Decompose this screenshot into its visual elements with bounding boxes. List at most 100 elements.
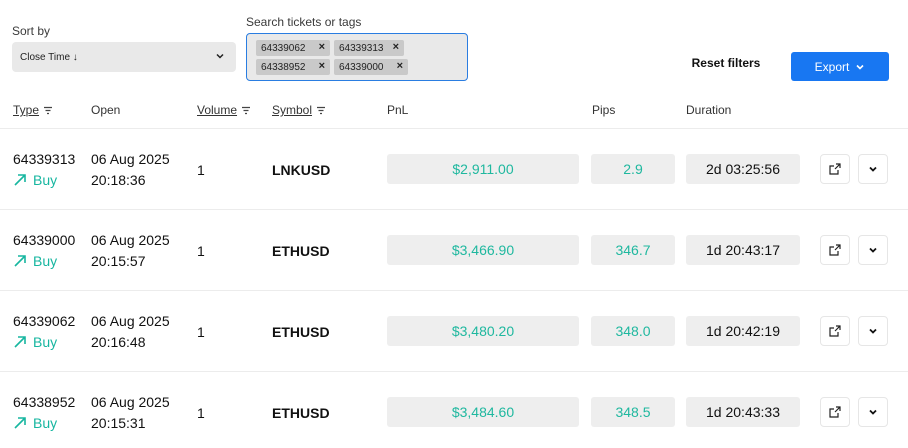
open-external-button[interactable] [820,397,850,427]
export-button[interactable]: Export [791,52,889,81]
divider [0,209,908,210]
pnl-text: $3,466.90 [451,242,515,258]
side-label: Buy [33,172,58,188]
duration-text: 1d 20:43:17 [706,242,780,258]
remove-chip-icon[interactable]: × [319,60,325,72]
column-header-pnl: PnL [387,103,408,117]
tag-chip: 64339313 × [334,40,404,56]
external-link-icon [829,163,841,175]
search-tickets-input[interactable]: 64339062 × 64339313 × 64338952 × 6433900… [246,33,468,81]
chevron-down-icon [869,328,877,334]
pips-value: 2.9 [591,154,675,184]
volume: 1 [197,162,205,178]
side-label: Buy [33,253,58,269]
tag-chip-label: 64339062 [261,42,306,54]
column-header-type[interactable]: Type [13,103,53,117]
pnl-value: $3,466.90 [387,235,579,265]
pips-value: 348.0 [591,316,675,346]
tag-chip-label: 64339000 [339,61,384,73]
column-header-label: Type [13,103,40,117]
tag-chip: 64339000 × [334,59,408,75]
open-date: 06 Aug 2025 [91,313,170,329]
pips-text: 348.0 [615,323,651,339]
sort-by-label: Sort by [12,24,51,38]
chevron-down-icon [856,64,864,70]
volume: 1 [197,405,205,421]
open-time: 20:15:57 [91,253,146,269]
trend-up-arrow-icon [14,174,26,186]
remove-chip-icon[interactable]: × [319,41,325,53]
trend-up-arrow-icon [14,255,26,267]
open-external-button[interactable] [820,316,850,346]
search-label: Search tickets or tags [246,15,362,29]
divider [0,290,908,291]
pips-value: 346.7 [591,235,675,265]
reset-filters-button[interactable]: Reset filters [688,56,764,76]
trend-up-arrow-icon [14,417,26,429]
duration-value: 1d 20:43:33 [686,397,800,427]
trend-up-arrow-icon [14,336,26,348]
expand-row-button[interactable] [858,397,888,427]
symbol: ETHUSD [272,324,330,340]
open-date: 06 Aug 2025 [91,151,170,167]
column-header-volume[interactable]: Volume [197,103,251,117]
chevron-down-icon [216,53,224,59]
remove-chip-icon[interactable]: × [397,60,403,72]
volume: 1 [197,243,205,259]
column-header-label: Open [91,103,121,117]
pips-text: 346.7 [615,242,651,258]
pips-text: 2.9 [623,161,643,177]
open-date: 06 Aug 2025 [91,394,170,410]
open-external-button[interactable] [820,154,850,184]
duration-value: 1d 20:42:19 [686,316,800,346]
filter-icon[interactable] [316,106,326,115]
side-badge: Buy [13,172,57,188]
pnl-text: $3,480.20 [451,323,515,339]
filter-icon[interactable] [241,106,251,115]
side-badge: Buy [13,334,57,350]
side-badge: Buy [13,415,57,431]
expand-row-button[interactable] [858,316,888,346]
open-external-button[interactable] [820,235,850,265]
tag-chip-label: 64339313 [339,42,384,54]
external-link-icon [829,406,841,418]
duration-value: 1d 20:43:17 [686,235,800,265]
tag-chip: 64339062 × [256,40,330,56]
volume: 1 [197,324,205,340]
open-time: 20:18:36 [91,172,146,188]
pnl-value: $2,911.00 [387,154,579,184]
divider [0,128,908,129]
external-link-icon [829,325,841,337]
column-header-symbol[interactable]: Symbol [272,103,326,117]
ticket-id: 64339000 [13,232,76,248]
pnl-value: $3,484.60 [387,397,579,427]
tag-chip-label: 64338952 [261,61,306,73]
column-header-duration: Duration [686,103,731,117]
pnl-text: $3,484.60 [451,404,515,420]
duration-text: 1d 20:43:33 [706,404,780,420]
chevron-down-icon [869,409,877,415]
expand-row-button[interactable] [858,235,888,265]
sort-select[interactable]: Close Time ↓ [12,42,236,72]
ticket-id: 64339313 [13,151,76,167]
column-header-pips: Pips [592,103,615,117]
column-header-label: Duration [686,103,732,117]
filter-icon[interactable] [43,106,53,115]
expand-row-button[interactable] [858,154,888,184]
open-time: 20:15:31 [91,415,146,431]
duration-text: 1d 20:42:19 [706,323,780,339]
open-date: 06 Aug 2025 [91,232,170,248]
remove-chip-icon[interactable]: × [393,41,399,53]
side-badge: Buy [13,253,57,269]
pips-text: 348.5 [615,404,651,420]
column-header-label: Pips [592,103,616,117]
column-header-label: Volume [197,103,238,117]
tag-chip: 64338952 × [256,59,330,75]
column-header-label: Symbol [272,103,313,117]
side-label: Buy [33,334,58,350]
symbol: LNKUSD [272,162,331,178]
symbol: ETHUSD [272,405,330,421]
duration-text: 2d 03:25:56 [706,161,780,177]
chevron-down-icon [869,247,877,253]
pnl-value: $3,480.20 [387,316,579,346]
